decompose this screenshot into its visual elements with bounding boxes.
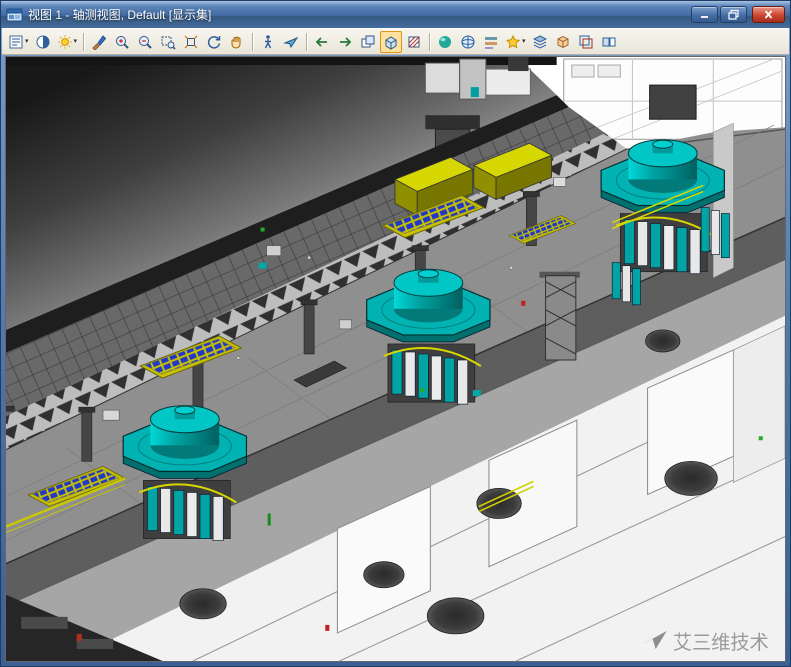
toolbar-button-references[interactable] xyxy=(575,31,597,53)
toolbar-separator xyxy=(252,33,253,51)
toolbar-button-rotate-view[interactable] xyxy=(203,31,225,53)
dropdown-arrow-icon[interactable]: ▾ xyxy=(24,38,29,45)
view-window: 视图 1 - 轴测视图, Default [显示集] ▾ ▾ xyxy=(0,0,791,667)
close-icon xyxy=(762,9,775,20)
viewport[interactable]: 艾三维技术 xyxy=(5,56,786,662)
minimize-icon xyxy=(698,9,711,20)
toolbar-button-fit-view[interactable] xyxy=(180,31,202,53)
toolbar-button-clip-volume[interactable] xyxy=(380,31,402,53)
toolbar-button-models[interactable] xyxy=(552,31,574,53)
toolbar-separator xyxy=(83,33,84,51)
toolbar-button-clip-mask[interactable] xyxy=(403,31,425,53)
toolbar-button-view-next[interactable] xyxy=(334,31,356,53)
toolbar-button-display-rules[interactable] xyxy=(480,31,502,53)
toolbar-button-view-previous[interactable] xyxy=(311,31,333,53)
toolbar-button-navigate-view[interactable] xyxy=(457,31,479,53)
toolbar-button-zoom-in[interactable] xyxy=(111,31,133,53)
toolbar-button-window-area[interactable] xyxy=(157,31,179,53)
toolbar-button-adjust-view-brightness[interactable]: ▾ xyxy=(55,31,80,53)
window-controls xyxy=(691,6,785,23)
toolbar-button-view-attributes[interactable]: ▾ xyxy=(6,31,31,53)
toolbar-button-saved-views[interactable]: ▾ xyxy=(503,31,528,53)
toolbar-button-update-view[interactable] xyxy=(88,31,110,53)
restore-icon xyxy=(727,9,740,20)
toolbar-button-level-display[interactable] xyxy=(529,31,551,53)
view-toolbar: ▾ ▾ ▾ xyxy=(2,28,789,55)
dropdown-arrow-icon[interactable]: ▾ xyxy=(73,38,78,45)
lattice-tower xyxy=(539,272,579,360)
view-window-icon xyxy=(6,7,23,23)
titlebar[interactable]: 视图 1 - 轴测视图, Default [显示集] xyxy=(1,1,790,28)
dropdown-arrow-icon[interactable]: ▾ xyxy=(521,38,526,45)
toolbar-button-fly[interactable] xyxy=(280,31,302,53)
toolbar-button-pan-view[interactable] xyxy=(226,31,248,53)
viewport-3d-view[interactable]: 艾三维技术 xyxy=(6,57,785,661)
toolbar-button-zoom-out[interactable] xyxy=(134,31,156,53)
toolbar-button-render-view[interactable] xyxy=(434,31,456,53)
close-button[interactable] xyxy=(752,6,785,23)
toolbar-separator xyxy=(306,33,307,51)
toolbar-button-walk[interactable] xyxy=(257,31,279,53)
toolbar-button-view-groups[interactable] xyxy=(598,31,620,53)
maximize-button[interactable] xyxy=(720,6,747,23)
window-title: 视图 1 - 轴测视图, Default [显示集] xyxy=(28,6,686,23)
toolbar-separator xyxy=(429,33,430,51)
toolbar-button-copy-view[interactable] xyxy=(357,31,379,53)
watermark-text: 艾三维技术 xyxy=(673,632,769,654)
minimize-button[interactable] xyxy=(691,6,718,23)
toolbar-button-view-display-mode[interactable] xyxy=(32,31,54,53)
